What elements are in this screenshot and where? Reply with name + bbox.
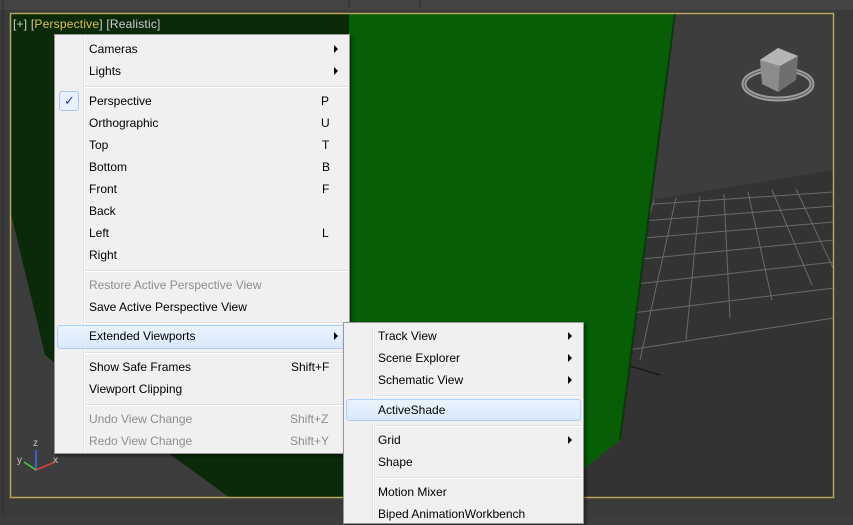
submenu-arrow-icon: [568, 332, 572, 340]
menu-item-top[interactable]: Top T: [57, 134, 347, 156]
axis-y-label: y: [17, 455, 22, 466]
submenu-item-biped-animation-workbench[interactable]: Biped AnimationWorkbench: [346, 503, 581, 525]
viewport-context-menu: Cameras Lights ✓ Perspective P Orthograp…: [54, 34, 350, 454]
menu-item-back[interactable]: Back: [57, 200, 347, 222]
submenu-arrow-icon: [334, 45, 338, 53]
menu-separator: [85, 270, 347, 272]
menu-item-save-active-perspective-view[interactable]: Save Active Perspective View: [57, 296, 347, 318]
submenu-arrow-icon: [568, 436, 572, 444]
menu-item-left[interactable]: Left L: [57, 222, 347, 244]
submenu-arrow-icon: [568, 376, 572, 384]
submenu-item-track-view[interactable]: Track View: [346, 325, 581, 347]
menu-item-show-safe-frames[interactable]: Show Safe Frames Shift+F: [57, 356, 347, 378]
submenu-arrow-icon: [334, 67, 338, 75]
menu-separator: [374, 477, 581, 479]
submenu-item-activeshade[interactable]: ActiveShade: [346, 399, 581, 421]
submenu-arrow-icon: [568, 354, 572, 362]
submenu-item-motion-mixer[interactable]: Motion Mixer: [346, 481, 581, 503]
menu-item-front[interactable]: Front F: [57, 178, 347, 200]
submenu-item-schematic-view[interactable]: Schematic View: [346, 369, 581, 391]
menu-separator: [85, 86, 347, 88]
menu-separator: [85, 352, 347, 354]
extended-viewports-submenu: Track View Scene Explorer Schematic View…: [343, 322, 584, 524]
menu-item-right[interactable]: Right: [57, 244, 347, 266]
menu-separator: [374, 425, 581, 427]
submenu-item-grid[interactable]: Grid: [346, 429, 581, 451]
menu-separator: [85, 404, 347, 406]
viewport-shading-menu[interactable]: Realistic: [110, 17, 157, 31]
menu-item-viewport-clipping[interactable]: Viewport Clipping: [57, 378, 347, 400]
menu-item-bottom[interactable]: Bottom B: [57, 156, 347, 178]
menu-separator: [85, 322, 347, 324]
axis-z-label: z: [33, 438, 38, 449]
menu-item-undo-view-change: Undo View Change Shift+Z: [89, 412, 329, 426]
menu-item-lights[interactable]: Lights: [57, 60, 347, 82]
viewport-plus-menu[interactable]: [+]: [13, 17, 27, 31]
menu-item-cameras[interactable]: Cameras: [57, 38, 347, 60]
menu-item-perspective[interactable]: ✓ Perspective P: [57, 90, 347, 112]
menu-separator: [374, 395, 581, 397]
menu-item-redo-view-change: Redo View Change Shift+Y: [89, 434, 330, 448]
submenu-item-scene-explorer[interactable]: Scene Explorer: [346, 347, 581, 369]
submenu-arrow-icon: [334, 332, 338, 340]
menu-item-extended-viewports[interactable]: Extended Viewports: [57, 325, 347, 349]
check-mark-icon: ✓: [59, 91, 79, 111]
viewport-label: [+] [Perspective] [Realistic]: [13, 17, 161, 31]
menu-item-restore-active-perspective-view: Restore Active Perspective View: [89, 278, 262, 292]
viewport-pov-menu[interactable]: Perspective: [34, 17, 99, 31]
axis-x-label: x: [53, 455, 58, 466]
menu-item-orthographic[interactable]: Orthographic U: [57, 112, 347, 134]
submenu-item-shape[interactable]: Shape: [346, 451, 581, 473]
